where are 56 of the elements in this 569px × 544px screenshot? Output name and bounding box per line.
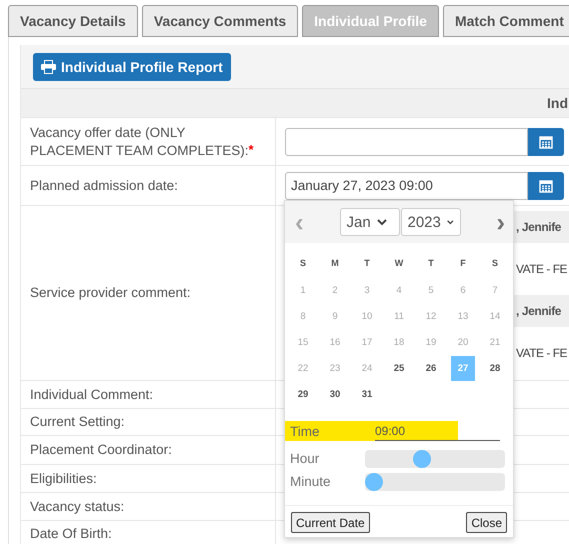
calendar-icon — [539, 134, 553, 148]
field-label: Planned admission date: — [30, 176, 178, 194]
slider-thumb[interactable] — [412, 450, 431, 468]
chevron-down-icon — [376, 218, 387, 226]
tab[interactable]: Match Comment — [442, 5, 569, 37]
field-label: Date Of Birth: — [30, 524, 112, 542]
field-label: Eligibilities: — [30, 470, 97, 488]
prev-month-button[interactable]: ‹ — [295, 209, 304, 235]
calendar-day[interactable]: 29 — [291, 382, 315, 407]
calendar-day[interactable]: 31 — [355, 382, 379, 407]
tab[interactable]: Individual Profile — [302, 5, 439, 37]
field-label: Current Setting: — [30, 413, 125, 431]
field-label: Vacancy status: — [30, 498, 124, 516]
weekday-label: F — [459, 257, 467, 270]
calendar-day[interactable]: 27 — [451, 356, 475, 381]
comment-text: VATE - FE — [516, 262, 568, 276]
calendar-button[interactable] — [528, 172, 564, 200]
calendar-button[interactable] — [528, 128, 564, 156]
slider-label: Hour — [289, 451, 320, 466]
chevron-down-icon — [446, 218, 454, 226]
slider-label: Minute — [289, 474, 332, 489]
next-month-button[interactable]: › — [496, 209, 505, 235]
time-field[interactable]: 09:00 — [375, 421, 500, 441]
comment-author: , Jennife — [516, 304, 562, 318]
year-select[interactable]: 2023 — [400, 208, 460, 236]
comment-text: VATE - FE — [516, 346, 568, 360]
time-label: Time — [289, 424, 320, 438]
calendar-day[interactable]: 30 — [323, 382, 347, 407]
tab[interactable]: Vacancy Details — [8, 5, 138, 37]
comment-author: , Jennife — [516, 220, 562, 234]
calendar-day[interactable]: 28 — [483, 356, 507, 381]
field-label: Individual Comment: — [30, 386, 154, 404]
weekday-label: S — [298, 257, 307, 270]
calendar-icon — [539, 178, 553, 192]
slider-track[interactable] — [365, 450, 505, 468]
report-button[interactable]: Individual Profile Report — [33, 53, 231, 81]
weekday-label: T — [363, 257, 371, 270]
slider-thumb[interactable] — [365, 472, 383, 490]
tab[interactable]: Vacancy Comments — [142, 5, 298, 37]
weekday-label: M — [330, 257, 340, 270]
field-label: Service provider comment: — [30, 284, 191, 302]
weekday-label: T — [427, 257, 435, 270]
weekday-label: S — [490, 257, 499, 270]
field-label: Vacancy offer date (ONLY PLACEMENT TEAM COMPLETES):* — [30, 124, 255, 160]
calendar-day[interactable]: 25 — [387, 356, 411, 381]
weekday-label: W — [394, 257, 404, 270]
calendar-day[interactable]: 26 — [419, 356, 443, 381]
printer-icon — [41, 60, 56, 74]
month-select[interactable]: Jan — [340, 208, 400, 236]
current-date-button[interactable]: Current Date — [291, 512, 370, 533]
field-label: Placement Coordinator: — [30, 441, 172, 459]
date-field[interactable]: January 27, 2023 09:00 — [285, 172, 528, 200]
slider-track[interactable] — [365, 472, 505, 490]
date-field[interactable] — [285, 128, 528, 156]
close-button[interactable]: Close — [466, 512, 507, 533]
header-text: Ind — [547, 95, 568, 111]
